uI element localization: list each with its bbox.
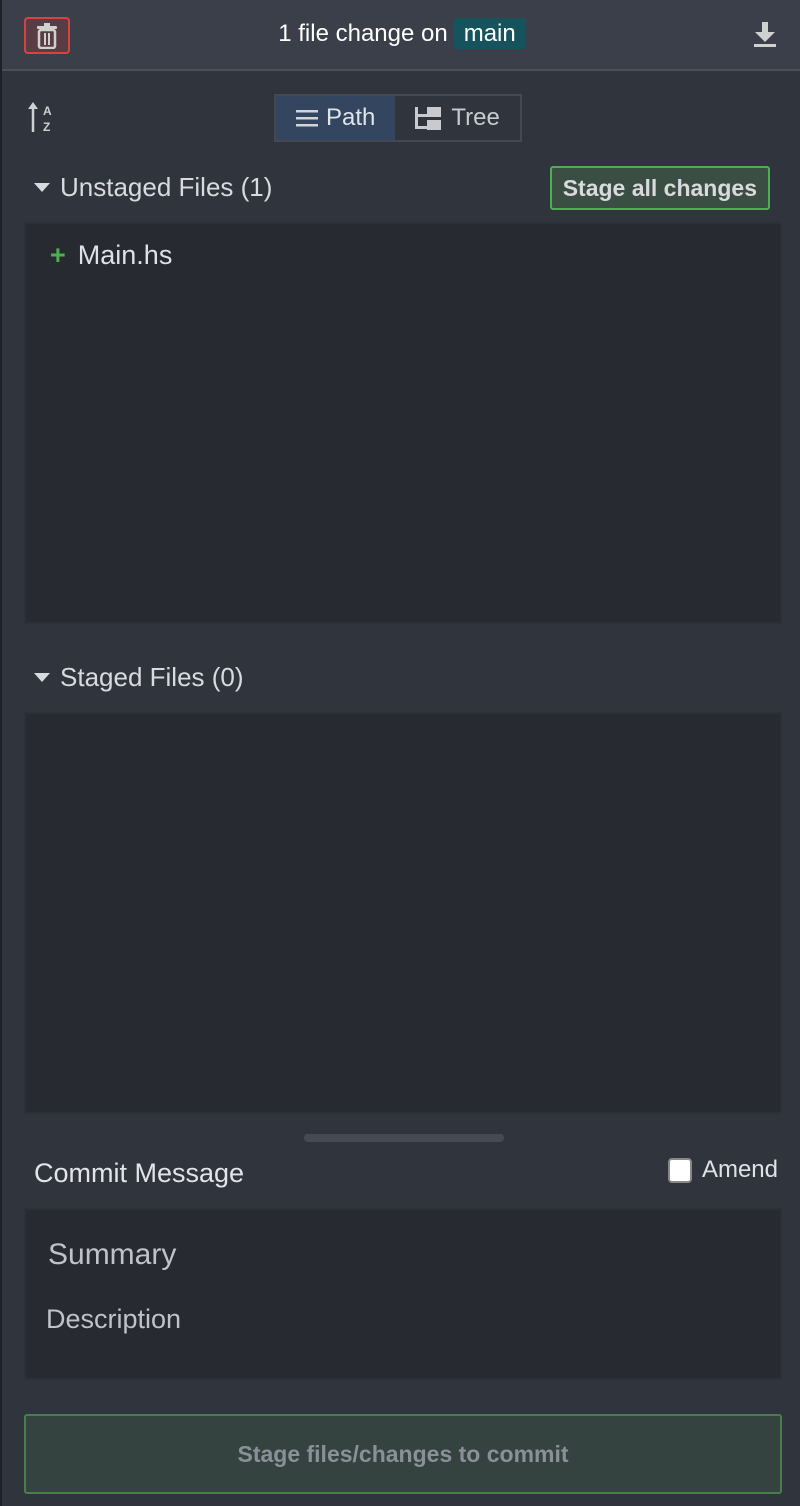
sort-button[interactable]: AZ xyxy=(28,100,60,139)
view-mode-tree[interactable]: Tree xyxy=(395,96,519,140)
amend-label: Amend xyxy=(701,1156,778,1183)
unstaged-title: Unstaged Files (1) xyxy=(60,172,273,202)
list-icon xyxy=(296,110,318,127)
collapse-triangle-icon xyxy=(34,183,50,192)
resize-handle[interactable] xyxy=(304,1134,504,1142)
amend-checkbox[interactable]: Amend xyxy=(667,1156,778,1184)
download-icon xyxy=(754,22,776,47)
header: 1 file change on main xyxy=(2,0,800,71)
collapse-triangle-icon xyxy=(34,673,50,682)
summary-input[interactable]: Summary xyxy=(48,1238,176,1272)
view-mode-toggle: Path Tree xyxy=(274,94,522,142)
staged-title: Staged Files (0) xyxy=(60,662,244,692)
unstaged-header[interactable]: Unstaged Files (1) xyxy=(34,172,272,203)
added-icon: + xyxy=(50,240,66,270)
header-title: 1 file change on main xyxy=(2,18,800,49)
file-change-count: 1 file change on xyxy=(278,20,448,47)
file-name: Main.hs xyxy=(77,240,173,270)
sort-alpha-icon: AZ xyxy=(28,102,52,134)
commit-message-label: Commit Message xyxy=(34,1158,245,1188)
stage-all-button[interactable]: Stage all changes xyxy=(549,166,770,210)
file-item[interactable]: + Main.hs xyxy=(50,240,172,271)
view-mode-tree-label: Tree xyxy=(451,104,500,131)
staged-files-list xyxy=(24,712,782,1114)
commit-message-box: Summary Description xyxy=(24,1208,782,1380)
svg-text:Z: Z xyxy=(43,120,50,134)
checkbox-icon[interactable] xyxy=(667,1157,692,1183)
view-mode-path-label: Path xyxy=(326,104,376,131)
staged-header[interactable]: Staged Files (0) xyxy=(34,662,244,693)
branch-badge: main xyxy=(453,18,526,49)
unstaged-files-list: + Main.hs xyxy=(24,222,782,624)
tree-icon xyxy=(415,107,442,130)
view-mode-path[interactable]: Path xyxy=(276,96,396,140)
commit-button[interactable]: Stage files/changes to commit xyxy=(24,1414,782,1494)
svg-text:A: A xyxy=(43,104,52,118)
download-button[interactable] xyxy=(754,22,776,53)
description-input[interactable]: Description xyxy=(46,1304,181,1335)
